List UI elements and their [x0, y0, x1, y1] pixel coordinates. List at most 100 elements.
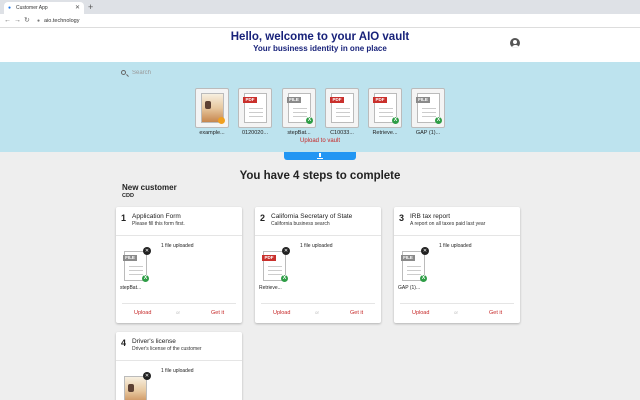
page-subtitle: Your business identity in one place — [253, 44, 387, 53]
generic-file-icon: FILE X — [416, 93, 442, 124]
spreadsheet-icon: X — [420, 275, 427, 282]
step-number: 1 — [121, 213, 127, 223]
upload-to-vault-link[interactable]: Upload to vault — [0, 138, 640, 144]
upload-toggle-button[interactable] — [284, 152, 356, 160]
remove-file-icon[interactable]: ✕ — [143, 372, 151, 380]
vault-file-thumbnail[interactable]: PDF — [325, 88, 359, 128]
vault-file[interactable]: FILE X GAP (1)... — [411, 88, 445, 136]
step-card: 1 Application Form Please fill this form… — [116, 207, 242, 323]
spreadsheet-icon: X — [306, 117, 313, 124]
remove-file-icon[interactable]: ✕ — [282, 247, 290, 255]
pdf-badge: PDF — [243, 97, 257, 103]
pdf-file-icon: PDF — [243, 93, 267, 123]
vault-file-name: GAP (1)... — [415, 130, 441, 136]
spreadsheet-icon: X — [392, 117, 399, 124]
vault-file-thumbnail[interactable]: PDF — [238, 88, 272, 128]
vault-file[interactable]: FILE X stepBat... — [282, 88, 316, 136]
upload-status: 1 file uploaded — [161, 368, 194, 374]
or-separator: or — [454, 310, 459, 315]
or-separator: or — [176, 310, 181, 315]
page-title: Hello, welcome to your AIO vault — [230, 31, 410, 43]
search-icon — [121, 70, 126, 75]
tab-close-icon[interactable]: ✕ — [75, 2, 80, 14]
file-badge: FILE — [401, 255, 415, 261]
app-header: Hello, welcome to your AIO vault Your bu… — [0, 28, 640, 62]
search-input[interactable] — [132, 67, 512, 79]
get-it-button[interactable]: Get it — [489, 310, 502, 316]
spreadsheet-icon: X — [281, 275, 288, 282]
forward-icon[interactable]: → — [14, 16, 21, 26]
step-number: 2 — [260, 213, 266, 223]
divider — [400, 303, 514, 304]
vault-file[interactable]: PDF C10033... — [325, 88, 359, 136]
vault-file[interactable]: PDF 0120020... — [238, 88, 272, 136]
pdf-badge: PDF — [330, 97, 344, 103]
upload-status: 1 file uploaded — [300, 243, 333, 249]
upload-button[interactable]: Upload — [273, 310, 290, 316]
vault-file[interactable]: PDF X Retrieve... — [368, 88, 402, 136]
vault-file-thumbnail[interactable]: PDF X — [368, 88, 402, 128]
spreadsheet-icon: X — [142, 275, 149, 282]
generic-file-icon: FILE X — [287, 93, 313, 124]
divider — [261, 303, 375, 304]
upload-button[interactable]: Upload — [134, 310, 151, 316]
upload-button[interactable]: Upload — [412, 310, 429, 316]
vault-file-name: stepBat... — [287, 130, 311, 136]
favicon-icon: ● — [8, 5, 12, 11]
get-it-button[interactable]: Get it — [211, 310, 224, 316]
uploaded-file-name: stepBat... — [120, 285, 142, 291]
generic-file-icon: FILE X — [401, 251, 427, 282]
step-title: Driver's license — [132, 338, 176, 345]
file-badge: FILE — [416, 97, 430, 103]
account-icon[interactable] — [510, 38, 520, 48]
photo-icon — [205, 101, 211, 109]
file-badge: FILE — [123, 255, 137, 261]
divider — [116, 235, 242, 236]
pdf-file-icon: PDF — [330, 93, 354, 123]
vault-file-name: C10033... — [330, 130, 354, 136]
vault-file-thumbnail[interactable]: FILE X — [282, 88, 316, 128]
generic-file-icon: FILE X — [123, 251, 149, 282]
step-description: Please fill this form first. — [132, 221, 185, 227]
new-tab-icon[interactable]: + — [88, 1, 93, 13]
vault-panel: example... PDF 0120020... FILE X stepBat… — [0, 62, 640, 152]
tab-title: Customer App — [16, 5, 48, 11]
divider — [394, 235, 520, 236]
address-bar: ← → ↻ ● aio.technology — [0, 14, 640, 28]
url-field[interactable]: ● aio.technology — [36, 16, 79, 26]
step-number: 4 — [121, 338, 127, 348]
vault-file-name: 0120020... — [242, 130, 268, 136]
pdf-file-icon: PDF X — [373, 93, 399, 124]
remove-file-icon[interactable]: ✕ — [143, 247, 151, 255]
spreadsheet-icon: X — [435, 117, 442, 124]
image-thumbnail — [201, 93, 225, 124]
divider — [116, 360, 242, 361]
step-description: California business search — [271, 221, 330, 227]
url-text: aio.technology — [44, 18, 80, 24]
vault-file[interactable]: example... — [195, 88, 229, 136]
back-icon[interactable]: ← — [4, 16, 11, 26]
seal-icon — [218, 117, 225, 124]
uploaded-file-name: Retrieve... — [259, 285, 282, 291]
step-title: Application Form — [132, 213, 181, 220]
pdf-file-icon: PDF X — [262, 251, 288, 282]
download-arrow-icon — [317, 153, 323, 159]
browser-tab-bar: ● Customer App ✕ + — [0, 0, 640, 14]
pdf-badge: PDF — [373, 97, 387, 103]
divider — [255, 235, 381, 236]
browser-tab[interactable]: ● Customer App ✕ — [4, 2, 84, 14]
divider — [122, 303, 236, 304]
lock-icon: ● — [37, 18, 41, 24]
vault-file-thumbnail[interactable] — [195, 88, 229, 128]
step-description: A report on all taxes paid last year — [410, 221, 486, 227]
upload-status: 1 file uploaded — [161, 243, 194, 249]
get-it-button[interactable]: Get it — [350, 310, 363, 316]
reload-icon[interactable]: ↻ — [24, 16, 30, 26]
remove-file-icon[interactable]: ✕ — [421, 247, 429, 255]
step-card: 2 California Secretary of State Californ… — [255, 207, 381, 323]
vault-file-thumbnail[interactable]: FILE X — [411, 88, 445, 128]
photo-icon — [128, 384, 134, 392]
vault-file-name: example... — [199, 130, 225, 136]
step-card: 4 Driver's license Driver's license of t… — [116, 332, 242, 400]
step-card: 3 IRB tax report A report on all taxes p… — [394, 207, 520, 323]
